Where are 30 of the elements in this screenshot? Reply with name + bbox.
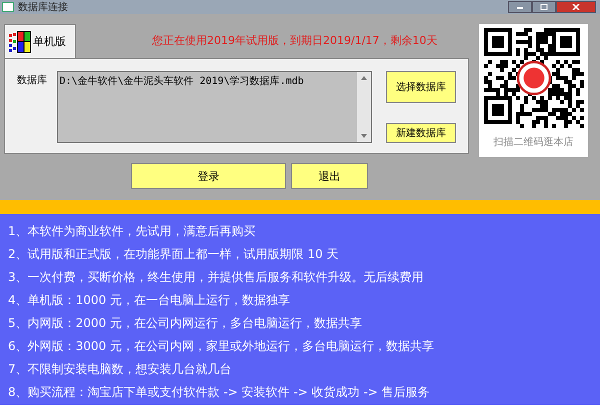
app-icon <box>2 2 14 12</box>
login-button[interactable]: 登录 <box>131 163 286 189</box>
info-line: 4、单机版：1000 元，在一台电脑上运行，数据独享 <box>8 292 291 309</box>
info-line: 7、不限制安装电脑数，想安装几台就几台 <box>8 361 233 378</box>
maximize-button[interactable] <box>532 1 556 13</box>
trial-notice: 您正在使用2019年试用版，到期日2019/1/17，剩余10天 <box>152 32 438 48</box>
close-button[interactable] <box>556 1 596 13</box>
windows-flag-icon <box>9 30 31 52</box>
scroll-up-icon[interactable] <box>361 76 367 80</box>
database-button[interactable]: 选择数据库 <box>386 71 456 103</box>
database-label: 数据库 <box>17 74 48 88</box>
info-line: 6、外网版：3000 元，在公司内网，家里或外地运行，多台电脑运行，数据共享 <box>8 338 435 355</box>
qr-code-icon <box>484 28 584 128</box>
minimize-icon <box>515 4 525 10</box>
scroll-down-icon[interactable] <box>361 134 367 138</box>
close-icon <box>571 4 581 10</box>
maximize-icon <box>539 4 549 10</box>
info-line: 2、试用版和正式版，在功能界面上都一样，试用版期限 10 天 <box>8 246 340 263</box>
database-button[interactable]: 新建数据库 <box>386 123 456 143</box>
info-line: 8、购买流程：淘宝店下单或支付软件款 -> 安装软件 -> 收货成功 -> 售后服务 <box>8 384 431 401</box>
qr-caption: 扫描二维码逛本店 <box>494 136 574 149</box>
info-line: 5、内网版：2000 元，在公司内网运行，多台电脑运行，数据共享 <box>8 315 363 332</box>
scrollbar[interactable] <box>357 72 371 142</box>
exit-button[interactable]: 退出 <box>291 163 368 189</box>
database-path-field[interactable]: D:\金牛软件\金牛泥头车软件 2019\学习数据库.mdb <box>56 71 372 143</box>
info-line: 3、一次付费，买断价格，终生使用，并提供售后服务和软件升级。无后续费用 <box>8 269 425 286</box>
info-line: 1、本软件为商业软件，先试用，满意后再购买 <box>8 223 257 240</box>
tab[interactable]: 单机版 <box>4 24 76 58</box>
window-title: 数据库连接 <box>18 0 68 14</box>
minimize-button[interactable] <box>508 1 532 13</box>
